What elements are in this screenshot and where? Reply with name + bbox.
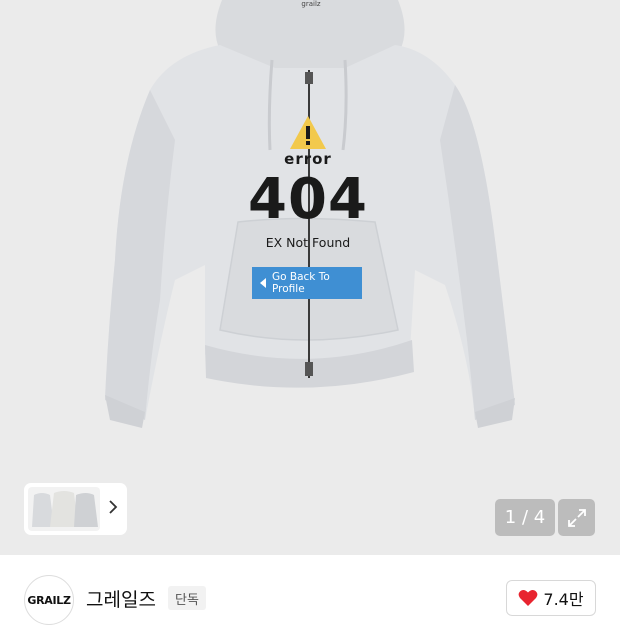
exclusive-badge: 단독 (168, 586, 206, 610)
print-404-text: 404 (248, 167, 368, 232)
print-error-text: error (284, 150, 332, 168)
chevron-right-icon[interactable] (108, 500, 118, 518)
expand-icon (567, 508, 586, 527)
expand-button[interactable] (558, 499, 595, 536)
seller-bar: GRAILZ 그레일즈 단독 7.4만 (0, 555, 620, 625)
product-image[interactable]: grailz error 404 EX Not Found Go Back To… (0, 0, 620, 555)
print-not-found-text: EX Not Found (265, 235, 351, 250)
brand-logo[interactable]: GRAILZ (24, 575, 74, 625)
thumbnail-strip[interactable] (24, 483, 127, 535)
thumbnail-hoodies-icon (32, 491, 98, 527)
brand-name[interactable]: 그레일즈 (86, 585, 156, 612)
print-back-banner: Go Back To Profile (252, 267, 362, 299)
hoodie-brand-tag: grailz (301, 0, 321, 8)
like-button[interactable]: 7.4만 (506, 580, 596, 616)
thumbnail-image[interactable] (28, 487, 100, 531)
image-counter: 1 / 4 (495, 499, 555, 536)
print-back-text: Go Back To Profile (272, 271, 330, 295)
heart-icon (519, 590, 538, 606)
left-triangle-icon (260, 278, 266, 288)
like-count: 7.4만 (543, 590, 584, 609)
